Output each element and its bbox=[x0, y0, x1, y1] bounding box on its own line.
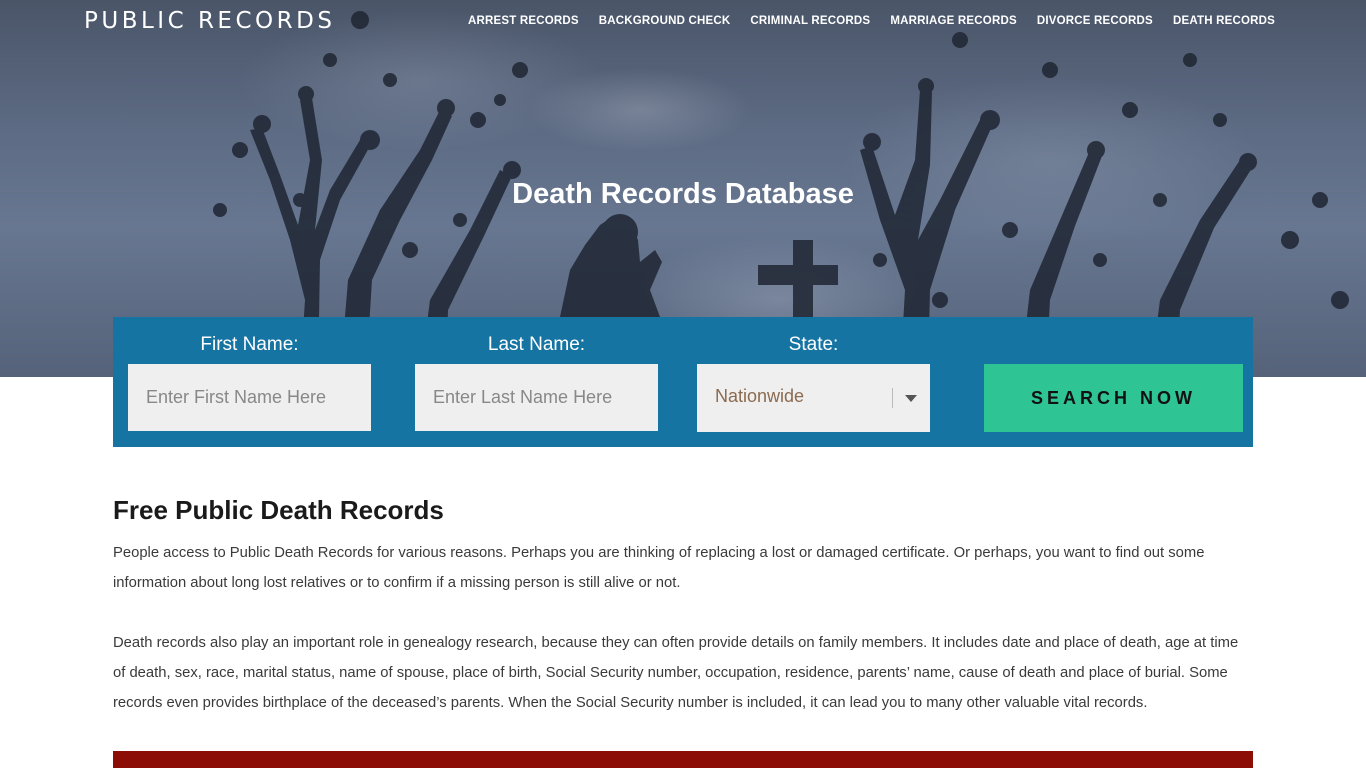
main-content: Free Public Death Records People access … bbox=[113, 495, 1253, 748]
details-paragraph: Death records also play an important rol… bbox=[113, 635, 1239, 711]
state-select-divider bbox=[892, 388, 893, 408]
footer-banner-bar bbox=[113, 751, 1253, 768]
intro-paragraph: People access to Public Death Records fo… bbox=[113, 545, 1205, 591]
state-select[interactable]: Nationwide bbox=[697, 364, 930, 432]
nav-criminal-records[interactable]: CRIMINAL RECORDS bbox=[750, 15, 870, 27]
first-name-label: First Name: bbox=[200, 334, 299, 355]
state-selected-value: Nationwide bbox=[715, 386, 805, 406]
nav-divorce-records[interactable]: DIVORCE RECORDS bbox=[1037, 15, 1153, 27]
first-name-input[interactable] bbox=[128, 364, 371, 431]
main-navigation: ARREST RECORDS BACKGROUND CHECK CRIMINAL… bbox=[468, 15, 1275, 27]
section-heading: Free Public Death Records bbox=[113, 495, 444, 525]
search-now-button[interactable]: SEARCH NOW bbox=[984, 364, 1243, 432]
nav-arrest-records[interactable]: ARREST RECORDS bbox=[468, 15, 579, 27]
site-logo[interactable]: PUBLIC RECORDS bbox=[84, 8, 335, 34]
hero-title: Death Records Database bbox=[512, 178, 854, 210]
state-label: State: bbox=[788, 334, 839, 355]
nav-death-records[interactable]: DEATH RECORDS bbox=[1173, 15, 1275, 27]
nav-background-check[interactable]: BACKGROUND CHECK bbox=[599, 15, 731, 27]
nav-marriage-records[interactable]: MARRIAGE RECORDS bbox=[890, 15, 1017, 27]
last-name-label: Last Name: bbox=[487, 334, 586, 355]
last-name-input[interactable] bbox=[415, 364, 658, 431]
search-form: First Name: Last Name: State: Nationwide… bbox=[113, 317, 1253, 447]
chevron-down-icon[interactable] bbox=[905, 395, 917, 402]
